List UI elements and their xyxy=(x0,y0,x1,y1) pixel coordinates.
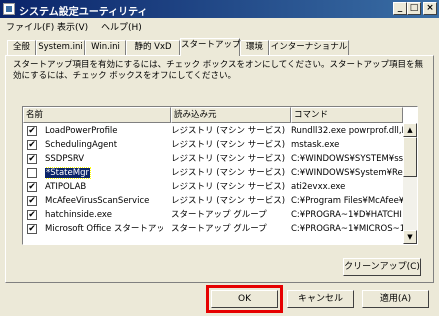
item-location: レジストリ (マシン サービス) xyxy=(171,154,286,164)
list-item[interactable]: ✔ ATIPOLAB レジストリ (マシン サービス) ati2evxx.exe xyxy=(23,180,403,194)
menu-file[interactable]: ファイル(F) xyxy=(6,20,54,33)
item-command: C:¥PROGRA~1¥D¥HATCHI xyxy=(291,210,402,220)
column-header-location[interactable]: 読み込み元 xyxy=(171,107,291,123)
item-location: レジストリ (マシン サービス) xyxy=(171,126,286,136)
item-name: SSDPSRV xyxy=(45,154,85,164)
scroll-thumb[interactable] xyxy=(403,137,417,177)
item-name: ATIPOLAB xyxy=(45,182,87,192)
startup-description: スタートアップ項目を有効にするには、チェック ボックスをオンにしてください。スタ… xyxy=(13,60,424,81)
ok-button[interactable]: OK xyxy=(211,290,278,308)
item-name: LoadPowerProfile xyxy=(45,126,118,136)
item-command: mstask.exe xyxy=(291,140,340,150)
startup-checkbox[interactable]: ✔ xyxy=(27,126,37,136)
vertical-scrollbar[interactable]: ▲ ▼ xyxy=(403,123,417,244)
list-item[interactable]: ✔ hatchinside.exe スタートアップ グループ C:¥PROGRA… xyxy=(23,208,403,222)
startup-checkbox[interactable]: ✔ xyxy=(27,154,37,164)
apply-button[interactable]: 適用(A) xyxy=(362,290,429,308)
list-item[interactable]: ✔ SchedulingAgent レジストリ (マシン サービス) mstas… xyxy=(23,138,403,152)
startup-list[interactable]: 名前 読み込み元 コマンド ✔ LoadPowerProfile レジストリ (… xyxy=(22,106,418,245)
selected-item-name: *StateMgr xyxy=(45,167,91,179)
tab-win-ini[interactable]: Win.ini xyxy=(85,40,126,55)
menu-bar: ファイル(F) 表示(V) ヘルプ(H) xyxy=(0,18,439,34)
list-item[interactable]: ✔ McAfeeVirusScanService レジストリ (マシン サービス… xyxy=(23,194,403,208)
startup-checkbox[interactable] xyxy=(27,168,37,178)
cancel-button[interactable]: キャンセル xyxy=(287,290,354,308)
item-location: レジストリ (マシン サービス) xyxy=(171,140,286,150)
cleanup-button[interactable]: クリーンアップ(C) xyxy=(343,258,421,276)
tab-strip: 全般 System.ini Win.ini 静的 VxD スタートアップ 環境 … xyxy=(5,38,435,56)
scroll-up-button[interactable]: ▲ xyxy=(403,123,417,137)
title-bar: システム設定ユーティリティ _ □ × xyxy=(0,0,439,18)
item-location: レジストリ (マシン サービス) xyxy=(171,168,286,178)
list-item-selected[interactable]: *StateMgr レジストリ (マシン サービス) C:¥WINDOWS¥Sy… xyxy=(23,166,403,180)
tab-environment[interactable]: 環境 xyxy=(240,40,269,55)
item-command: C:¥WINDOWS¥SYSTEM¥ssc xyxy=(291,154,403,164)
app-icon xyxy=(3,3,15,15)
tab-system-ini[interactable]: System.ini xyxy=(36,40,85,55)
menu-view[interactable]: 表示(V) xyxy=(57,20,88,33)
tab-general[interactable]: 全般 xyxy=(7,40,36,55)
startup-checkbox[interactable]: ✔ xyxy=(27,196,37,206)
list-item[interactable]: ✔ Microsoft Office スタートアップ スタートアップ グループ … xyxy=(23,222,403,236)
tab-static-vxd[interactable]: 静的 VxD xyxy=(126,40,180,55)
item-location: スタートアップ グループ xyxy=(171,210,267,220)
item-name: Microsoft Office スタートアップ xyxy=(45,224,163,234)
item-command: ati2evxx.exe xyxy=(291,182,346,192)
scroll-down-button[interactable]: ▼ xyxy=(403,230,417,244)
item-name: hatchinside.exe xyxy=(45,210,112,220)
list-item[interactable]: ✔ SSDPSRV レジストリ (マシン サービス) C:¥WINDOWS¥SY… xyxy=(23,152,403,166)
startup-checkbox[interactable]: ✔ xyxy=(27,224,37,234)
item-command: C:¥PROGRA~1¥MICROS~1¥ xyxy=(291,224,403,234)
menu-help[interactable]: ヘルプ(H) xyxy=(101,20,142,33)
maximize-button[interactable]: □ xyxy=(407,2,421,15)
close-button[interactable]: × xyxy=(423,2,437,15)
item-name: McAfeeVirusScanService xyxy=(45,196,150,206)
column-header-name[interactable]: 名前 xyxy=(23,107,171,123)
item-command: C:¥WINDOWS¥System¥Res xyxy=(291,168,403,178)
startup-checkbox[interactable]: ✔ xyxy=(27,140,37,150)
tab-international[interactable]: インターナショナル xyxy=(269,40,349,55)
item-location: レジストリ (マシン サービス) xyxy=(171,182,286,192)
item-name: *StateMgr xyxy=(45,166,163,180)
startup-checkbox[interactable]: ✔ xyxy=(27,182,37,192)
item-location: スタートアップ グループ xyxy=(171,224,267,234)
item-name: SchedulingAgent xyxy=(45,140,118,150)
list-item[interactable]: ✔ LoadPowerProfile レジストリ (マシン サービス) Rund… xyxy=(23,124,403,138)
tab-startup[interactable]: スタートアップ xyxy=(180,38,241,56)
column-header-command[interactable]: コマンド xyxy=(291,107,403,123)
item-location: レジストリ (マシン サービス) xyxy=(171,196,286,206)
minimize-button[interactable]: _ xyxy=(393,2,407,15)
item-command: C:¥Program Files¥McAfee¥ xyxy=(291,196,403,206)
window-title: システム設定ユーティリティ xyxy=(19,7,148,18)
startup-checkbox[interactable]: ✔ xyxy=(27,210,37,220)
item-command: Rundll32.exe powrprof.dll,Lo xyxy=(291,126,403,136)
